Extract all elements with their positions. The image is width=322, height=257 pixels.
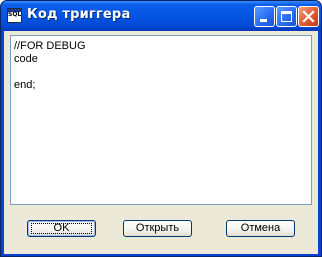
close-icon bbox=[302, 10, 315, 23]
maximize-button[interactable] bbox=[276, 6, 297, 27]
trigger-code-editor[interactable]: //FOR DEBUG code end; bbox=[10, 35, 312, 205]
cancel-button[interactable]: Отмена bbox=[226, 220, 295, 237]
minimize-icon bbox=[260, 19, 267, 22]
minimize-button[interactable] bbox=[254, 6, 275, 27]
ok-button[interactable]: OK bbox=[27, 220, 96, 237]
title-bar[interactable]: SQL Код триггера bbox=[1, 1, 321, 31]
cancel-button-label: Отмена bbox=[240, 222, 281, 234]
open-button[interactable]: Открыть bbox=[123, 220, 192, 237]
open-button-label: Открыть bbox=[135, 222, 180, 234]
trigger-code-dialog: SQL Код триггера //FOR DEBUG code end; O… bbox=[0, 0, 322, 257]
maximize-icon bbox=[281, 11, 292, 22]
dialog-client-area: //FOR DEBUG code end; OK Открыть Отмена bbox=[4, 31, 318, 254]
sql-script-icon[interactable]: SQL bbox=[7, 8, 22, 23]
close-button[interactable] bbox=[298, 6, 319, 27]
ok-button-label: OK bbox=[53, 222, 70, 234]
window-title: Код триггера bbox=[27, 7, 131, 22]
